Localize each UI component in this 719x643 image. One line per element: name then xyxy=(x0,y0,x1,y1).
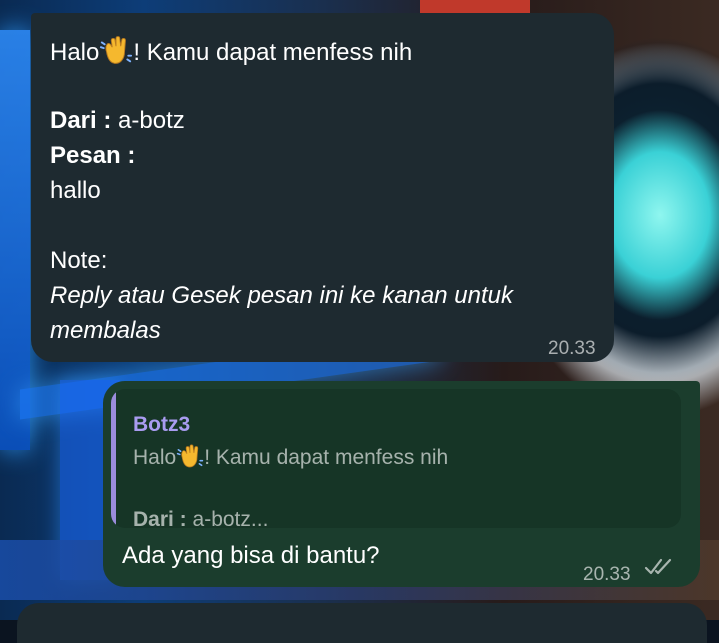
quoted-message[interactable]: Botz3 Halo ! Kamu dapat menfess nih Dari… xyxy=(111,389,681,528)
from-label: Dari : xyxy=(50,107,112,134)
double-check-icon xyxy=(644,558,672,575)
quote-line-1-suffix: ! Kamu dapat menfess nih xyxy=(204,446,449,469)
waving-hand-icon xyxy=(100,36,133,64)
incoming-message-bubble[interactable]: Halo ! Kamu dapat menfess nih Dari : a-b… xyxy=(31,13,614,362)
outgoing-message-text: Ada yang bisa di bantu? xyxy=(122,542,380,569)
from-line: Dari : a-botz xyxy=(50,103,594,138)
greeting-line: Halo ! Kamu dapat menfess nih xyxy=(50,33,594,68)
message-value: hallo xyxy=(50,177,101,204)
note-line-2: membalas xyxy=(50,317,161,344)
waving-hand-icon xyxy=(176,444,204,468)
from-value: a-botz xyxy=(118,107,185,134)
message-label: Pesan : xyxy=(50,142,136,169)
quote-line-2-label: Dari : xyxy=(133,508,187,528)
quote-accent-bar xyxy=(111,389,116,528)
quote-line-1: Halo ! Kamu dapat menfess nih xyxy=(133,440,448,475)
incoming-message-time: 20.33 xyxy=(548,338,596,359)
outgoing-message-time: 20.33 xyxy=(583,564,631,585)
note-label: Note: xyxy=(50,247,108,274)
outgoing-message-bubble[interactable]: Botz3 Halo ! Kamu dapat menfess nih Dari… xyxy=(103,381,700,587)
quote-line-2-value: a-botz... xyxy=(192,508,269,528)
quote-sender-name: Botz3 xyxy=(133,413,191,436)
greeting-suffix: ! Kamu dapat menfess nih xyxy=(133,39,413,66)
greeting-prefix: Halo xyxy=(50,39,100,66)
quote-line-1-prefix: Halo xyxy=(133,446,177,469)
next-message-bubble-partial[interactable] xyxy=(17,603,707,643)
incoming-message-body: Halo ! Kamu dapat menfess nih Dari : a-b… xyxy=(50,33,594,348)
quote-line-2: Dari : a-botz... xyxy=(133,502,268,528)
note-line-1: Reply atau Gesek pesan ini ke kanan untu… xyxy=(50,282,513,309)
